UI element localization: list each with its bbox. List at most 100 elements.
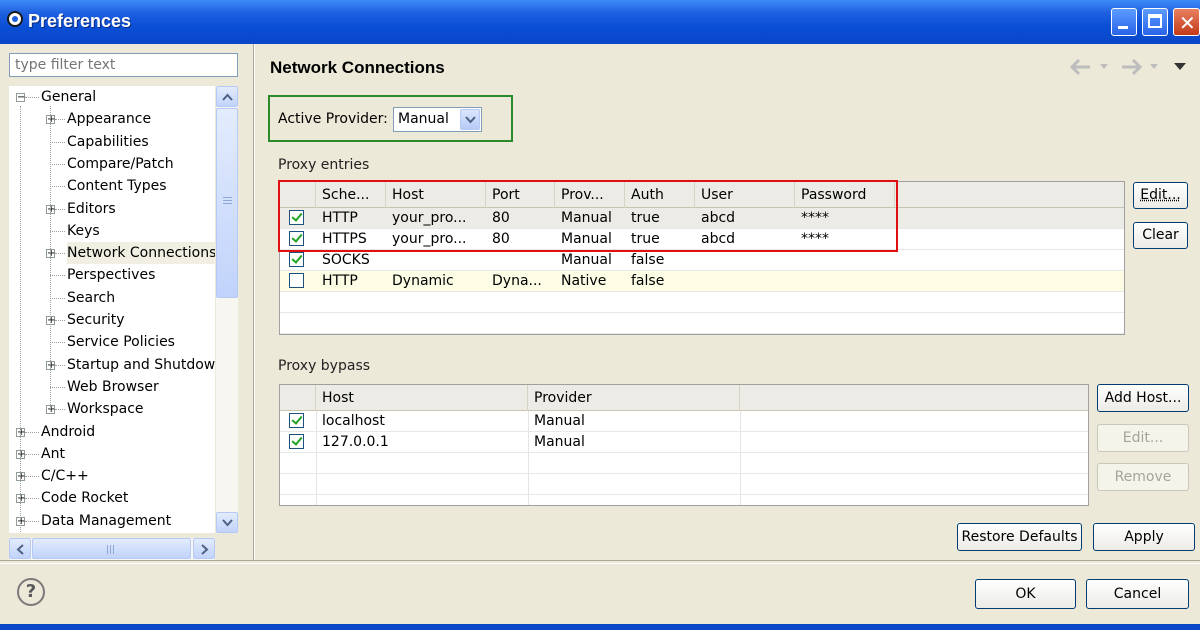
scroll-down-button[interactable] [216, 512, 238, 533]
table-row[interactable]: SOCKS Manual false [280, 250, 1124, 271]
column-header[interactable]: Provider [528, 385, 740, 411]
close-button[interactable]: ✕ [1173, 8, 1200, 36]
restore-defaults-button[interactable]: Restore Defaults [957, 523, 1082, 551]
preferences-tree[interactable]: General − Appearance + Capabilities Compare/P… [9, 86, 215, 533]
active-provider-select[interactable]: Manual [393, 107, 482, 132]
tree-item-general[interactable]: General [41, 86, 96, 108]
tree-connector [25, 97, 39, 98]
table-row [280, 453, 1088, 474]
table-row [280, 495, 1088, 505]
tree-item-label: Content Types [67, 178, 167, 194]
checked-checkbox[interactable] [289, 434, 304, 449]
tree-connector [50, 106, 51, 409]
tree-connector [55, 119, 65, 120]
tree-horizontal-scrollbar[interactable] [9, 538, 215, 560]
tree-item-code-rocket[interactable]: Code Rocket [41, 487, 128, 509]
table-cell: false [631, 273, 665, 289]
tree-item-label: Ant [41, 446, 65, 462]
tree-item-label: Keys [67, 223, 100, 239]
tree-item-label: Web Browser [67, 379, 159, 395]
scroll-up-button[interactable] [216, 86, 238, 107]
forward-arrow-icon[interactable] [1120, 58, 1142, 76]
tree-item-search[interactable]: Search [67, 287, 115, 309]
apply-button[interactable]: Apply [1093, 523, 1195, 551]
tree-connector [55, 320, 65, 321]
scroll-thumb-horizontal[interactable] [32, 538, 191, 559]
tree-item-security[interactable]: Security [67, 309, 125, 331]
tree-item-ant[interactable]: Ant [41, 443, 65, 465]
tree-connector [50, 186, 65, 187]
tree-connector [25, 476, 39, 477]
clear-proxy-button[interactable]: Clear [1133, 222, 1188, 249]
tree-item-compare-patch[interactable]: Compare/Patch [67, 153, 174, 175]
title-bar[interactable]: Preferences ✕ [0, 0, 1200, 44]
scroll-right-button[interactable] [193, 538, 215, 559]
back-arrow-icon[interactable] [1070, 58, 1092, 76]
checked-checkbox[interactable] [289, 252, 304, 267]
proxy-entries-highlight [278, 180, 898, 252]
view-menu-icon[interactable] [1174, 63, 1186, 71]
sash-divider[interactable] [253, 44, 255, 560]
tree-item-keys[interactable]: Keys [67, 220, 100, 242]
edit-proxy-button[interactable]: Edit... [1133, 182, 1188, 209]
scroll-thumb[interactable] [216, 108, 238, 298]
unchecked-checkbox[interactable] [289, 273, 304, 288]
table-cell [486, 250, 555, 271]
back-dropdown-icon[interactable] [1100, 64, 1108, 70]
tree-item-label: Code Rocket [41, 490, 129, 506]
remove-host-button[interactable]: Remove [1097, 463, 1189, 491]
tree-item-data-management[interactable]: Data Management [41, 510, 171, 532]
tree-item-startup-and-shutdown[interactable]: Startup and Shutdown [67, 354, 215, 376]
tree-item-content-types[interactable]: Content Types [67, 175, 167, 197]
column-header[interactable]: Host [316, 385, 528, 411]
maximize-button[interactable] [1142, 8, 1168, 36]
filter-input[interactable] [9, 53, 238, 77]
remove-host-label: Remove [1114, 469, 1172, 485]
window-title: Preferences [28, 11, 132, 31]
tree-vertical-scrollbar[interactable] [216, 86, 238, 533]
dropdown-button[interactable] [460, 109, 480, 130]
tree-connector [55, 253, 65, 254]
table-cell: false [631, 252, 665, 268]
add-host-button[interactable]: Add Host... [1097, 384, 1189, 412]
tree-item-perspectives[interactable]: Perspectives [67, 264, 155, 286]
tree-connector [55, 365, 65, 366]
table-cell: Native [561, 273, 607, 289]
tree-item-android[interactable]: Android [41, 421, 95, 443]
table-row [280, 474, 1088, 495]
tree-item-web-browser[interactable]: Web Browser [67, 376, 159, 398]
minimize-button[interactable] [1111, 8, 1137, 36]
proxy-entries-label: Proxy entries [278, 157, 370, 173]
cancel-button[interactable]: Cancel [1086, 579, 1189, 609]
forward-dropdown-icon[interactable] [1150, 64, 1158, 70]
table-row[interactable]: localhost Manual [280, 411, 1088, 432]
help-icon[interactable]: ? [17, 578, 45, 606]
table-cell: Manual [534, 434, 585, 450]
table-cell: Dyna... [492, 273, 542, 289]
collapse-icon[interactable]: − [16, 93, 25, 103]
tree-connector [55, 409, 65, 410]
minimize-icon [1118, 26, 1128, 29]
table-cell [795, 271, 895, 292]
bottom-separator [0, 560, 1200, 564]
column-header-check[interactable] [280, 385, 316, 411]
tree-item-editors[interactable]: Editors [67, 198, 116, 220]
tree-item-label: General [41, 89, 97, 105]
table-row[interactable]: 127.0.0.1 Manual [280, 432, 1088, 453]
table-cell: Dynamic [392, 273, 454, 289]
tree-item-c-c-[interactable]: C/C++ [41, 465, 89, 487]
ok-button[interactable]: OK [975, 579, 1076, 609]
tree-item-network-connections[interactable]: Network Connections [67, 242, 215, 264]
tree-connector [25, 498, 39, 499]
table-row[interactable]: HTTP Dynamic Dyna... Native false [280, 271, 1124, 292]
tree-item-workspace[interactable]: Workspace [67, 398, 144, 420]
tree-item-service-policies[interactable]: Service Policies [67, 331, 175, 353]
proxy-bypass-table[interactable]: Host Provider localhost Manual 127.0.0.1 Manu… [279, 384, 1089, 506]
checked-checkbox[interactable] [289, 413, 304, 428]
edit-host-button[interactable]: Edit... [1097, 424, 1189, 452]
tree-item-capabilities[interactable]: Capabilities [67, 131, 149, 153]
scroll-left-button[interactable] [9, 538, 31, 559]
tree-item-appearance[interactable]: Appearance [67, 108, 151, 130]
tree-connector [25, 432, 39, 433]
table-row [280, 313, 1124, 334]
